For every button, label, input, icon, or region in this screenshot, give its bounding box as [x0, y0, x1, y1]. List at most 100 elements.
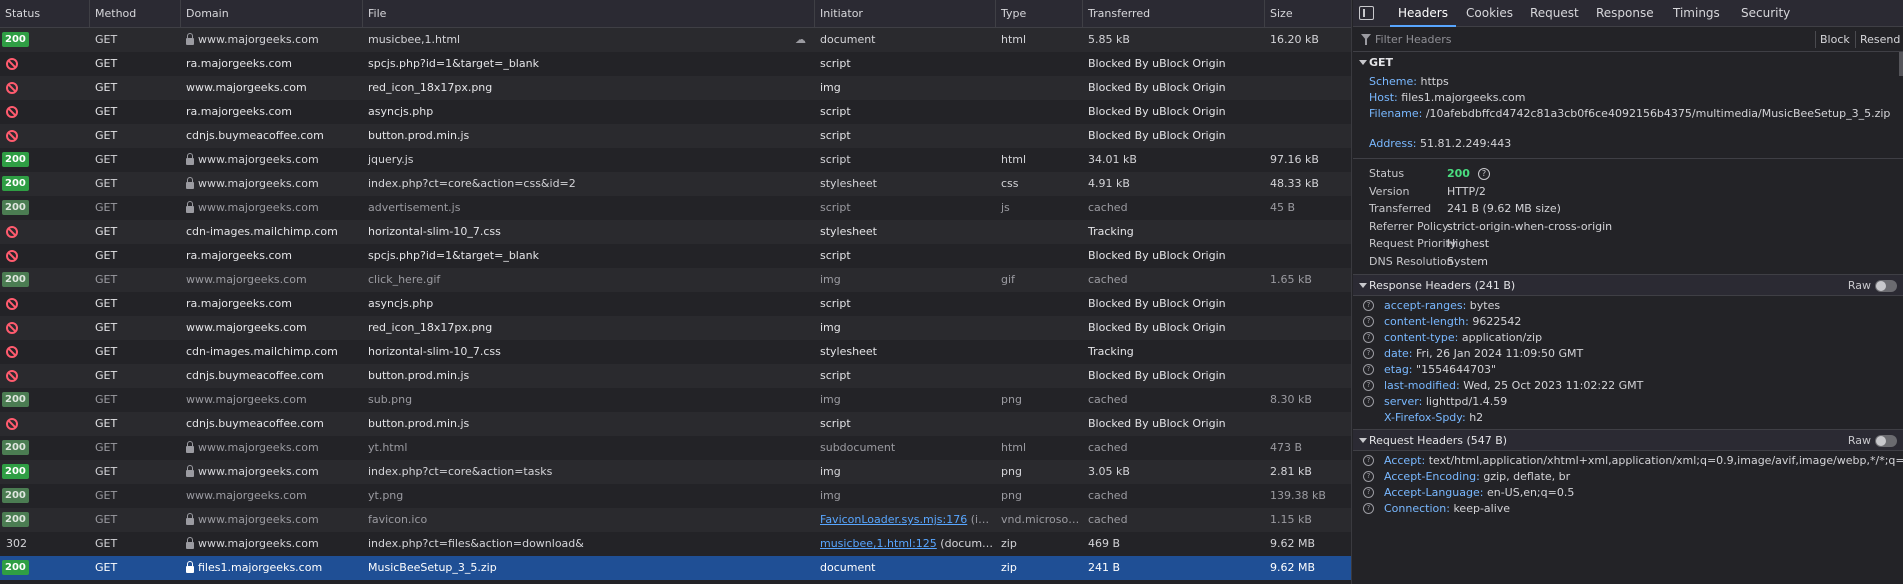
cell-status [0, 76, 89, 100]
block-button[interactable]: Block [1815, 31, 1854, 48]
cell-method: GET [95, 513, 118, 526]
help-icon[interactable]: ? [1363, 348, 1374, 359]
get-section-header[interactable]: GET [1353, 52, 1903, 74]
summary-value: 241 B (9.62 MB size) [1447, 200, 1561, 218]
initiator-link[interactable]: musicbee,1.html:125 [820, 537, 937, 550]
cell-size: 139.38 kB [1270, 489, 1326, 502]
tab-response[interactable]: Response [1588, 0, 1662, 27]
header-value: application/zip [1461, 331, 1543, 344]
blocked-icon [6, 322, 18, 334]
help-icon[interactable]: ? [1363, 396, 1374, 407]
details-scrollbar[interactable] [1899, 52, 1903, 76]
table-row[interactable]: 200 GET www.majorgeeks.com advertisement.js… [0, 196, 1351, 220]
cell-transferred: Blocked By uBlock Origin [1088, 129, 1226, 142]
header-row: ? Accept-Language: en-US,en;q=0.5 [1353, 485, 1903, 501]
help-icon[interactable]: ? [1363, 300, 1374, 311]
cell-domain: www.majorgeeks.com [180, 532, 362, 556]
table-row[interactable]: GET cdnjs.buymeacoffee.com button.prod.min… [0, 412, 1351, 436]
column-header-status[interactable]: Status [0, 0, 89, 28]
help-icon[interactable]: ? [1363, 455, 1374, 466]
domain-text: cdnjs.buymeacoffee.com [186, 417, 324, 430]
resend-button[interactable]: Resend [1855, 31, 1903, 48]
column-header-method[interactable]: Method [89, 0, 180, 28]
table-row[interactable]: 200 GET www.majorgeeks.com favicon.ico Favic… [0, 508, 1351, 532]
help-icon[interactable]: ? [1363, 316, 1374, 327]
tab-request[interactable]: Request [1522, 0, 1587, 27]
tab-timings[interactable]: Timings [1665, 0, 1728, 27]
cell-type [995, 412, 1082, 436]
table-row[interactable]: GET www.majorgeeks.com red_icon_18x17px.pn… [0, 316, 1351, 340]
requests-panel: Status Method Domain File Initiator Type… [0, 0, 1352, 584]
lock-icon [186, 177, 194, 189]
column-header-file[interactable]: File [362, 0, 814, 28]
address-value: 51.81.2.249:443 [1420, 137, 1512, 150]
table-row[interactable]: 200 GET www.majorgeeks.com jquery.js script h… [0, 148, 1351, 172]
filter-headers-input[interactable] [1375, 31, 1715, 48]
cell-status [0, 292, 89, 316]
cell-status: 200 [0, 556, 89, 580]
table-row[interactable]: GET cdnjs.buymeacoffee.com button.prod.min… [0, 364, 1351, 388]
cell-file: spcjs.php?id=1&target=_blank [362, 244, 814, 268]
table-row[interactable]: GET cdn-images.mailchimp.com horizontal-sl… [0, 340, 1351, 364]
request-raw-toggle[interactable] [1875, 435, 1897, 447]
cell-transferred: Blocked By uBlock Origin [1088, 369, 1226, 382]
cell-transferred: 34.01 kB [1088, 153, 1137, 166]
table-row[interactable]: 200 GET files1.majorgeeks.com MusicBeeSetup… [0, 556, 1351, 580]
column-header-size[interactable]: Size [1264, 0, 1351, 28]
table-row[interactable]: GET ra.majorgeeks.com spcjs.php?id=1&targe… [0, 52, 1351, 76]
summary-row: Transferred 241 B (9.62 MB size) [1353, 200, 1903, 218]
table-row[interactable]: 200 GET www.majorgeeks.com click_here.gif im… [0, 268, 1351, 292]
cell-file: click_here.gif [362, 268, 814, 292]
file-text: spcjs.php?id=1&target=_blank [368, 57, 539, 70]
table-row[interactable]: GET www.majorgeeks.com red_icon_18x17px.pn… [0, 76, 1351, 100]
help-icon[interactable]: ? [1363, 487, 1374, 498]
cell-file: jquery.js [362, 148, 814, 172]
table-row[interactable]: GET ra.majorgeeks.com asyncjs.php script Blo… [0, 100, 1351, 124]
toggle-sidebar-icon[interactable] [1359, 6, 1374, 20]
header-key: Accept-Language: [1384, 486, 1484, 499]
cell-initiator: script [820, 57, 851, 70]
column-header-transferred[interactable]: Transferred [1082, 0, 1264, 28]
help-icon[interactable]: ? [1363, 364, 1374, 375]
response-raw-toggle[interactable] [1875, 280, 1897, 292]
cell-size [1264, 220, 1351, 244]
table-row[interactable]: 200 GET www.majorgeeks.com index.php?ct=cor… [0, 460, 1351, 484]
header-value: keep-alive [1453, 502, 1511, 515]
lock-icon [186, 153, 194, 165]
response-headers-section-header[interactable]: Response Headers (241 B) Raw [1353, 274, 1903, 296]
initiator-link[interactable]: FaviconLoader.sys.mjs:176 [820, 513, 967, 526]
table-row[interactable]: GET ra.majorgeeks.com asyncjs.php script Blo… [0, 292, 1351, 316]
cell-domain: cdn-images.mailchimp.com [180, 340, 362, 364]
table-row[interactable]: GET ra.majorgeeks.com spcjs.php?id=1&targe… [0, 244, 1351, 268]
help-icon[interactable]: ? [1363, 503, 1374, 514]
table-row[interactable]: 200 GET www.majorgeeks.com index.php?ct=cor… [0, 172, 1351, 196]
domain-text: www.majorgeeks.com [198, 33, 319, 46]
table-row[interactable]: GET cdnjs.buymeacoffee.com button.prod.min… [0, 124, 1351, 148]
get-section-title: GET [1369, 56, 1394, 69]
table-row[interactable]: GET cdn-images.mailchimp.com horizontal-sl… [0, 220, 1351, 244]
help-icon[interactable]: ? [1363, 471, 1374, 482]
help-icon[interactable]: ? [1363, 380, 1374, 391]
table-row[interactable]: 302 GET www.majorgeeks.com index.php?ct=fil… [0, 532, 1351, 556]
help-icon[interactable]: ? [1363, 332, 1374, 343]
domain-text: www.majorgeeks.com [198, 465, 319, 478]
tab-security[interactable]: Security [1733, 0, 1798, 27]
table-row[interactable]: 200 GET www.majorgeeks.com yt.html subdocume… [0, 436, 1351, 460]
header-key: X-Firefox-Spdy: [1384, 411, 1466, 424]
help-icon[interactable]: ? [1477, 168, 1490, 180]
column-header-type[interactable]: Type [995, 0, 1082, 28]
domain-text: www.majorgeeks.com [186, 393, 307, 406]
cell-size [1264, 292, 1351, 316]
cell-status: 200 [0, 508, 89, 532]
cell-domain: www.majorgeeks.com [180, 508, 362, 532]
column-header-domain[interactable]: Domain [180, 0, 362, 28]
table-row[interactable]: 200 GET www.majorgeeks.com yt.png img png cach… [0, 484, 1351, 508]
table-row[interactable]: 200 GET www.majorgeeks.com sub.png img png cac… [0, 388, 1351, 412]
tab-headers[interactable]: Headers [1390, 0, 1456, 27]
cell-size: 97.16 kB [1270, 153, 1319, 166]
request-headers-section-header[interactable]: Request Headers (547 B) Raw [1353, 429, 1903, 451]
column-header-initiator[interactable]: Initiator [814, 0, 995, 28]
tab-cookies[interactable]: Cookies [1458, 0, 1521, 27]
cell-type [995, 100, 1082, 124]
table-row[interactable]: 200 GET www.majorgeeks.com musicbee,1.html ☁… [0, 28, 1351, 52]
